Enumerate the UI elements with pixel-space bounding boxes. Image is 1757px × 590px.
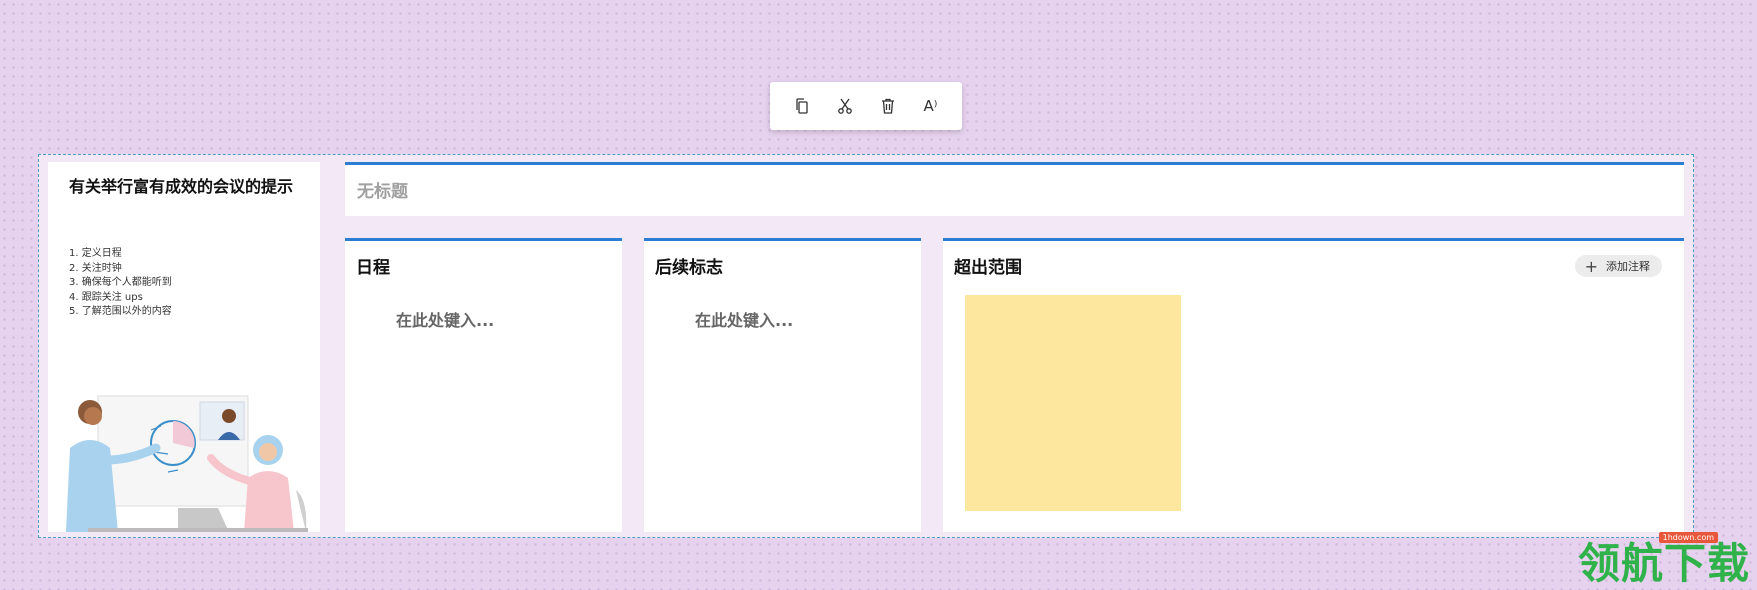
- delete-button[interactable]: [871, 89, 905, 123]
- follow-up-column[interactable]: 后续标志 在此处键入...: [644, 238, 921, 532]
- watermark: 1hdown.com 领航下载: [1578, 532, 1756, 588]
- tips-list: 1. 定义日程 2. 关注时钟 3. 确保每个人都能听到 4. 跟踪关注 ups…: [69, 247, 172, 320]
- cut-icon: [837, 98, 852, 114]
- column-title: 后续标志: [655, 258, 723, 278]
- context-toolbar: A⁾: [770, 82, 962, 130]
- read-aloud-button[interactable]: A⁾: [914, 89, 948, 123]
- column-placeholder[interactable]: 在此处键入...: [396, 307, 494, 331]
- delete-icon: [881, 98, 894, 114]
- sticky-note[interactable]: [965, 295, 1181, 511]
- list-item: 2. 关注时钟: [69, 262, 122, 274]
- add-note-label: 添加注释: [1606, 260, 1650, 273]
- column-title: 日程: [356, 258, 390, 278]
- tips-panel[interactable]: 有关举行富有成效的会议的提示 1. 定义日程 2. 关注时钟 3. 确保每个人都…: [48, 162, 320, 532]
- column-title: 超出范围: [954, 258, 1022, 278]
- cut-button[interactable]: [828, 89, 862, 123]
- title-placeholder[interactable]: 无标题: [357, 177, 408, 202]
- list-item: 4. 跟踪关注 ups: [69, 291, 143, 303]
- meeting-illustration: [66, 395, 308, 532]
- list-item: 1. 定义日程: [69, 248, 122, 259]
- copy-button[interactable]: [785, 89, 819, 123]
- agenda-column[interactable]: 日程 在此处键入...: [345, 238, 622, 532]
- add-note-button[interactable]: + 添加注释: [1574, 255, 1662, 277]
- plus-icon: +: [1584, 256, 1598, 276]
- list-item: 3. 确保每个人都能听到: [69, 277, 172, 288]
- column-placeholder[interactable]: 在此处键入...: [695, 307, 793, 331]
- tips-title: 有关举行富有成效的会议的提示: [69, 177, 294, 196]
- out-of-scope-column[interactable]: 超出范围 + 添加注释: [943, 238, 1684, 532]
- list-item: 5. 了解范围以外的内容: [69, 306, 172, 317]
- watermark-text: 领航下载: [1578, 539, 1751, 588]
- copy-icon: [795, 98, 808, 114]
- title-card[interactable]: 无标题: [345, 162, 1684, 216]
- read-aloud-icon: A⁾: [923, 97, 938, 115]
